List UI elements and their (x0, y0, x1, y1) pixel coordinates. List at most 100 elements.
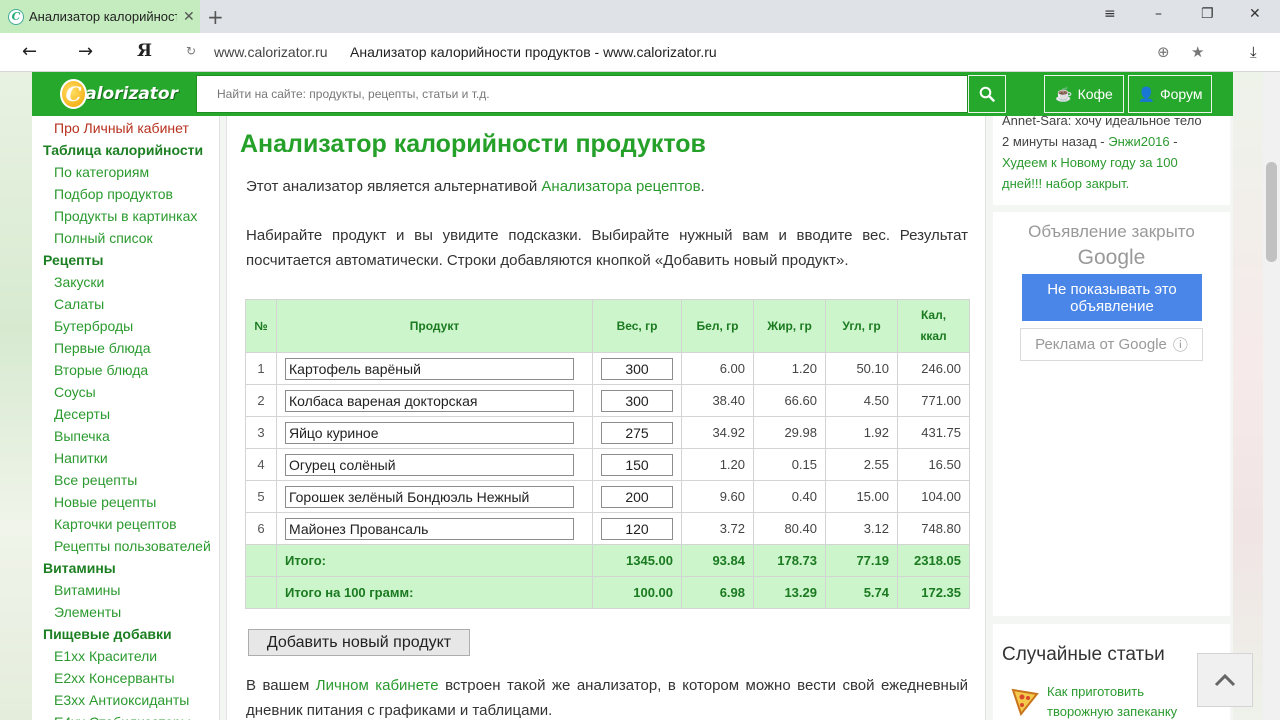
product-input[interactable]: Колбаса вареная докторская (285, 389, 574, 412)
weight-input[interactable]: 200 (601, 485, 673, 508)
sidebar-item[interactable]: Подбор продуктов (54, 186, 173, 202)
sidebar-section-heading[interactable]: Пищевые добавки (43, 626, 172, 642)
sidebar-item[interactable]: Выпечка (54, 428, 110, 444)
table-row: 3 Яйцо куриное 275 34.92 29.98 1.92 431.75 (245, 416, 970, 449)
table-row: 2 Колбаса вареная докторская 300 38.40 66.60… (245, 384, 970, 417)
sidebar-item[interactable]: Салаты (54, 296, 104, 312)
url-page-title[interactable]: Анализатор калорийности продуктов - www.… (350, 44, 717, 60)
sidebar-item[interactable]: Напитки (54, 450, 108, 466)
carb-value: 15.00 (825, 480, 898, 513)
protect-icon[interactable]: ⊕ (1157, 43, 1170, 61)
site-logo[interactable]: C alorizator (60, 76, 178, 112)
comment-line[interactable]: Annet-Sara: хочу идеальное тело (1002, 110, 1217, 131)
weight-input[interactable]: 275 (601, 421, 673, 444)
window-close-icon[interactable]: ✕ (1249, 6, 1261, 22)
random-article-link[interactable]: Как приготовить творожную запеканку (1047, 682, 1197, 720)
col-kcal: Кал, ккал (897, 299, 970, 353)
sidebar-item[interactable]: Бутерброды (54, 318, 133, 334)
sidebar-item[interactable]: E2xx Консерванты (54, 670, 175, 686)
recipe-analyzer-link[interactable]: Анализатора рецептов (541, 178, 700, 195)
comment-user-link[interactable]: Энжи2016 (1108, 134, 1169, 149)
hide-ad-button[interactable]: Не показывать это объявление (1022, 274, 1202, 321)
forum-button[interactable]: 👤 Форум (1128, 75, 1212, 113)
sidebar-item[interactable]: Закуски (54, 274, 104, 290)
ads-by-google-button[interactable]: Реклама от Google ⓘ (1020, 328, 1203, 361)
intro-text: Этот анализатор является альтернативой (246, 178, 542, 195)
recent-comments-box: Annet-Sara: хочу идеальное тело 2 минуты… (993, 113, 1230, 205)
url-host[interactable]: www.calorizator.ru (214, 44, 328, 60)
total-kcal: 2318.05 (897, 544, 970, 577)
new-tab-icon[interactable]: + (207, 5, 224, 29)
protein-value: 34.92 (681, 416, 754, 449)
per100-label: Итого на 100 грамм: (276, 576, 593, 609)
sidebar-item[interactable]: Десерты (54, 406, 110, 422)
col-num: № (245, 299, 277, 353)
maximize-icon[interactable]: ❐ (1201, 6, 1214, 22)
sidebar-item[interactable]: Полный список (54, 230, 153, 246)
forward-icon[interactable]: → (78, 41, 93, 62)
sidebar-item[interactable]: Первые блюда (54, 340, 151, 356)
sidebar-item[interactable]: E1xx Красители (54, 648, 157, 664)
sidebar-item[interactable]: Новые рецепты (54, 494, 156, 510)
sidebar-item[interactable]: Вторые блюда (54, 362, 148, 378)
footer-paragraph: В вашем Личном кабинете встроен такой же… (246, 673, 968, 720)
table-row: 5 Горошек зелёный Бондюэль Нежный 200 9.60 0… (245, 480, 970, 513)
weight-input[interactable]: 300 (601, 357, 673, 380)
product-cell: Горошек зелёный Бондюэль Нежный (276, 480, 593, 513)
search-button[interactable] (968, 75, 1006, 113)
yandex-icon[interactable]: Я (137, 41, 152, 61)
site-favicon-icon: C (8, 8, 24, 25)
row-number: 5 (245, 480, 277, 513)
carb-value: 1.92 (825, 416, 898, 449)
browser-tab[interactable]: C Анализатор калорийности ✕ (0, 0, 200, 33)
sidebar-section-heading[interactable]: Таблица калорийности (43, 142, 203, 158)
product-input[interactable]: Огурец солёный (285, 453, 574, 476)
sidebar-item[interactable]: E3xx Антиоксиданты (54, 692, 189, 708)
sidebar-item[interactable]: Все рецепты (54, 472, 137, 488)
comment-topic-link[interactable]: Худеем к Новому году за 100 дней!!! набо… (1002, 155, 1178, 191)
tab-close-icon[interactable]: ✕ (183, 9, 195, 25)
col-weight: Вес, гр (592, 299, 682, 353)
product-input[interactable]: Картофель варёный (285, 357, 574, 380)
product-input[interactable]: Горошек зелёный Бондюэль Нежный (285, 485, 574, 508)
minimize-icon[interactable]: – (1155, 6, 1162, 22)
reload-icon[interactable]: ↻ (186, 44, 196, 58)
info-icon: ⓘ (1172, 337, 1188, 354)
product-cell: Колбаса вареная докторская (276, 384, 593, 417)
site-search-input[interactable]: Найти на сайте: продукты, рецепты, стать… (196, 75, 968, 113)
download-icon[interactable]: ⤓ (1250, 43, 1257, 61)
weight-input[interactable]: 150 (601, 453, 673, 476)
personal-cabinet-link[interactable]: Личном кабинете (316, 677, 439, 694)
sidebar-item[interactable]: Витамины (54, 582, 120, 598)
back-icon[interactable]: ← (22, 41, 37, 62)
weight-input[interactable]: 300 (601, 389, 673, 412)
scrollbar-thumb[interactable] (1266, 162, 1277, 262)
product-input[interactable]: Яйцо куриное (285, 421, 574, 444)
kcal-value: 748.80 (897, 512, 970, 545)
search-icon (979, 86, 995, 102)
product-input[interactable]: Майонез Провансаль (285, 517, 574, 540)
sidebar-item[interactable]: Элементы (54, 604, 121, 620)
page-scrollbar[interactable] (1263, 72, 1280, 720)
comment-time: 2 минуты назад - (1002, 134, 1109, 149)
bookmark-star-icon[interactable]: ★ (1191, 43, 1204, 61)
sidebar-item[interactable]: По категориям (54, 164, 149, 180)
weight-cell: 200 (592, 480, 682, 513)
sidebar-item[interactable]: Соусы (54, 384, 96, 400)
sidebar-section-heading[interactable]: Рецепты (43, 252, 103, 268)
menu-icon[interactable]: ≡ (1104, 6, 1116, 22)
row-number: 1 (245, 352, 277, 385)
product-cell: Майонез Провансаль (276, 512, 593, 545)
sidebar-section-heading[interactable]: Витамины (43, 560, 116, 576)
sidebar-item[interactable]: Карточки рецептов (54, 516, 177, 532)
sidebar-item[interactable]: Рецепты пользователей (54, 538, 211, 554)
scroll-to-top-button[interactable] (1197, 653, 1253, 707)
sidebar-item[interactable]: Про Личный кабинет (54, 120, 189, 136)
fat-value: 0.40 (753, 480, 826, 513)
coffee-button[interactable]: ☕ Кофе (1044, 75, 1124, 113)
weight-input[interactable]: 120 (601, 517, 673, 540)
random-articles-box: Случайные статьи Как приготовить творожн… (993, 624, 1230, 720)
sidebar-item[interactable]: Продукты в картинках (54, 208, 197, 224)
sidebar-item[interactable]: E4xx Стабилизаторы (54, 714, 191, 720)
add-product-button[interactable]: Добавить новый продукт (248, 629, 470, 656)
